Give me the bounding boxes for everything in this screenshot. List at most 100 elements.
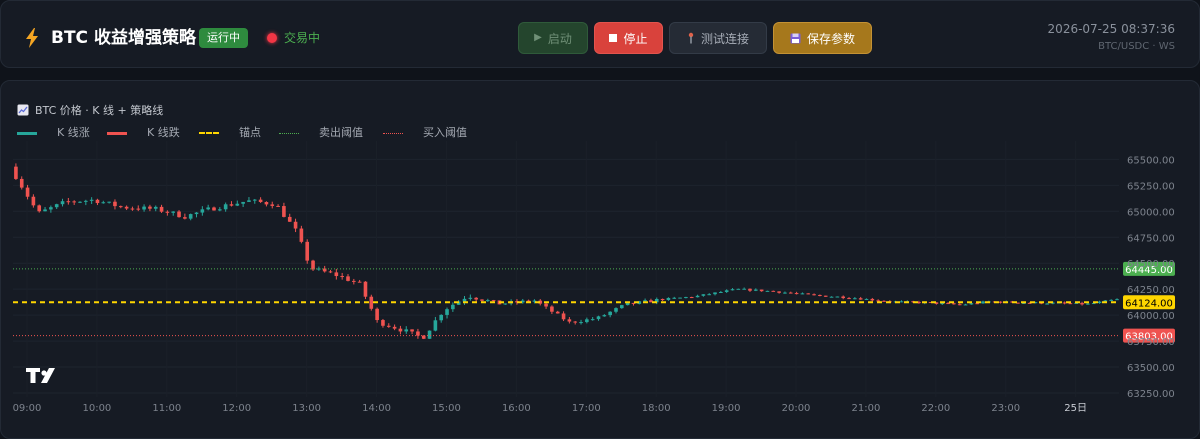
candle-down (823, 295, 828, 297)
candle-up (963, 304, 968, 306)
candle-down (777, 291, 781, 293)
test-connection-label: 测试连接 (700, 31, 749, 46)
candle-down (544, 303, 548, 307)
x-tick-label: 19:00 (712, 403, 741, 414)
candle-up (707, 294, 712, 296)
x-tick-label: 13:00 (292, 403, 321, 414)
candle-down (113, 201, 117, 207)
status-badge-running: 运行中 (199, 28, 248, 48)
candle-up (1086, 303, 1090, 305)
candle-up (678, 297, 682, 299)
x-tick-label: 12:00 (222, 403, 251, 414)
candle-up (89, 199, 94, 201)
candle-down (212, 207, 216, 211)
candle-up (829, 296, 834, 298)
candle-down (689, 297, 694, 299)
candle-up (835, 296, 840, 298)
y-tick-label: 64500.00 (1127, 259, 1175, 270)
candle-up (235, 203, 240, 206)
candle-down (771, 290, 776, 292)
save-params-button[interactable]: 保存参数 (773, 22, 872, 54)
candle-down (952, 303, 956, 305)
candle-down (14, 166, 18, 179)
candle-down (998, 301, 1003, 303)
candle-up (800, 293, 805, 295)
candle-down (474, 297, 478, 300)
candle-up (736, 288, 741, 290)
candle-down (229, 204, 234, 206)
candle-down (340, 276, 344, 278)
candle-down (794, 293, 799, 295)
candle-down (818, 294, 822, 296)
candle-down (25, 187, 30, 197)
candle-down (882, 300, 886, 302)
candle-down (165, 211, 170, 213)
y-tick-label: 65500.00 (1127, 155, 1175, 166)
candle-down (812, 294, 816, 296)
candle-down (806, 293, 811, 295)
candle-up (503, 303, 508, 305)
candle-up (252, 199, 257, 201)
candle-up (200, 209, 205, 213)
candle-up (194, 212, 199, 215)
candle-up (620, 305, 624, 309)
x-tick-label: 20:00 (782, 403, 811, 414)
candle-up (684, 297, 688, 299)
x-tick-label: 10:00 (82, 403, 111, 414)
candle-down (299, 228, 304, 242)
app-title: BTC 收益增强策略 (51, 28, 196, 48)
trading-status-text: 交易中 (284, 31, 321, 45)
candle-down (870, 298, 875, 301)
candle-up (445, 309, 449, 315)
y-tick-label: 63500.00 (1127, 363, 1175, 374)
candle-up (585, 319, 589, 323)
anchor-label: 64124.00 (1125, 298, 1173, 309)
candle-down (975, 303, 980, 305)
candle-up (853, 298, 857, 300)
candle-down (264, 202, 269, 205)
stop-button[interactable]: 停止 (594, 22, 663, 54)
candle-up (765, 290, 770, 292)
candle-down (561, 313, 566, 320)
stop-button-label: 停止 (623, 31, 648, 46)
start-button[interactable]: ▶ 启动 (518, 22, 588, 54)
candle-down (416, 331, 420, 336)
lightning-bolt-icon (26, 28, 38, 48)
candle-down (841, 296, 846, 299)
candle-down (293, 221, 298, 229)
candle-up (695, 295, 700, 298)
x-tick-label: 21:00 (852, 403, 881, 414)
test-connection-button[interactable]: 测试连接 (669, 22, 767, 54)
start-button-label: 启动 (547, 31, 572, 46)
candle-down (95, 199, 100, 204)
candle-up (49, 207, 53, 210)
x-tick-label: 11:00 (152, 403, 181, 414)
candle-down (357, 281, 362, 283)
candle-down (72, 201, 76, 203)
candle-down (788, 292, 793, 294)
candle-down (328, 271, 333, 273)
candle-down (369, 296, 374, 309)
candle-up (783, 292, 787, 294)
candlestick-chart[interactable]: 64445.0064124.0063803.00 65500.0065250.0… (1, 81, 1200, 439)
header-bar: BTC 收益增强策略 运行中 交易中 ▶ 启动 停止 测试连接 保存参数 202… (0, 0, 1200, 68)
trading-status-dot (267, 33, 277, 43)
save-params-label: 保存参数 (806, 31, 855, 46)
floppy-disk-icon (790, 33, 801, 43)
candle-up (596, 316, 601, 320)
candle-down (363, 281, 368, 297)
candle-down (148, 206, 152, 209)
y-tick-label: 64000.00 (1127, 311, 1175, 322)
candle-down (847, 298, 851, 300)
candle-up (981, 301, 985, 304)
candle-down (183, 217, 187, 219)
play-icon: ▶ (534, 32, 542, 43)
candle-up (153, 206, 158, 209)
x-tick-label: 14:00 (362, 403, 391, 414)
candle-down (136, 208, 141, 210)
candle-down (555, 311, 560, 314)
x-tick-label: 25日 (1064, 403, 1087, 414)
candle-down (282, 206, 286, 217)
candle-up (724, 290, 729, 292)
candle-down (37, 205, 42, 212)
